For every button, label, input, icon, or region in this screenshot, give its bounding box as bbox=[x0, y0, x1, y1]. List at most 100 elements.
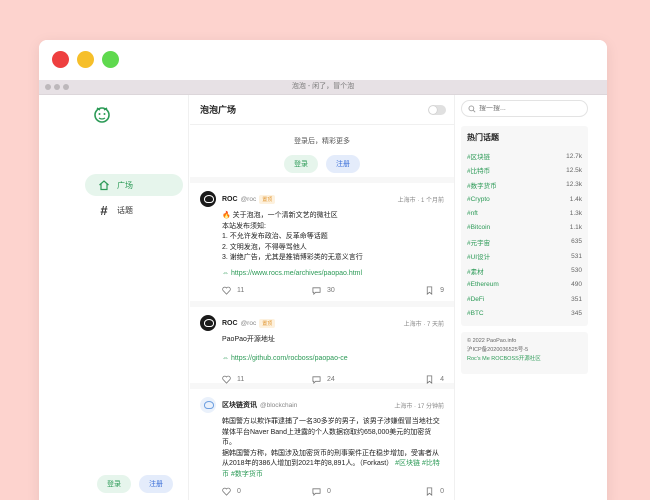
like-action[interactable]: 11 bbox=[222, 286, 312, 295]
trend-item[interactable]: #UI设计 531 bbox=[467, 249, 582, 263]
post-link[interactable]: ⇔ https://www.rocs.me/archives/paopao.ht… bbox=[222, 269, 444, 280]
icp-text[interactable]: 沪ICP备2020036525号-5 bbox=[467, 346, 582, 355]
paopao-logo-icon[interactable] bbox=[91, 103, 113, 125]
trend-name[interactable]: #元宇宙 bbox=[467, 237, 490, 247]
trend-count: 12.3k bbox=[566, 181, 582, 189]
post-content: PaoPao开源地址 ⇔ https://github.com/rocboss/… bbox=[222, 335, 444, 364]
post-line: 2. 文明发泡，不得辱骂他人 bbox=[222, 243, 307, 251]
bookmark-icon bbox=[426, 486, 433, 496]
nav-item-topics[interactable]: # 话题 bbox=[85, 199, 183, 221]
trend-item[interactable]: #nft 1.3k bbox=[467, 206, 582, 220]
maximize-window-button[interactable] bbox=[102, 51, 119, 68]
comment-icon bbox=[312, 375, 321, 384]
sidebar-register-button[interactable]: 注册 bbox=[139, 475, 173, 493]
trend-count: 1.1k bbox=[569, 224, 582, 232]
avatar[interactable] bbox=[200, 315, 216, 331]
post-line: PaoPao开源地址 bbox=[222, 336, 275, 343]
bookmark-count: 9 bbox=[440, 286, 444, 294]
comment-count: 30 bbox=[327, 286, 335, 294]
trend-count: 1.3k bbox=[569, 209, 582, 217]
post-link-text[interactable]: https://www.rocs.me/archives/paopao.html bbox=[231, 270, 362, 277]
trend-name[interactable]: #BTC bbox=[467, 310, 484, 317]
like-action[interactable]: 11 bbox=[222, 375, 312, 384]
post-author[interactable]: ROC bbox=[222, 320, 238, 327]
trend-item[interactable]: #素材 530 bbox=[467, 263, 582, 277]
post-tag[interactable]: #区块链 bbox=[395, 460, 420, 467]
home-icon bbox=[97, 178, 111, 192]
trend-name[interactable]: #区块链 bbox=[467, 151, 490, 161]
post-content: 韩国警方以欺诈罪逮捕了一名30多岁的男子，该男子涉嫌假冒当地社交媒体平台Nave… bbox=[222, 417, 444, 480]
bookmark-icon bbox=[426, 285, 433, 295]
trend-name[interactable]: #Ethereum bbox=[467, 281, 499, 288]
main-feed: 泡泡广场 登录后，精彩更多 登录 注册 ROC @roc 置顶 上海市 · 1 … bbox=[190, 95, 455, 500]
nav-item-square[interactable]: 广场 bbox=[85, 174, 183, 196]
minimize-window-button[interactable] bbox=[77, 51, 94, 68]
bookmark-action[interactable]: 0 bbox=[425, 486, 444, 496]
post-link-text[interactable]: https://github.com/rocboss/paopao-ce bbox=[231, 355, 348, 362]
comment-action[interactable]: 0 bbox=[312, 487, 402, 496]
login-hint: 登录后，精彩更多 bbox=[294, 138, 350, 145]
trend-item[interactable]: #Bitcoin 1.1k bbox=[467, 220, 582, 234]
trend-name[interactable]: #nft bbox=[467, 210, 478, 217]
sidebar-login-button[interactable]: 登录 bbox=[97, 475, 131, 493]
post-tag[interactable]: #数字货币 bbox=[231, 471, 263, 478]
comment-icon bbox=[312, 487, 321, 496]
trend-name[interactable]: #Bitcoin bbox=[467, 224, 490, 231]
like-count: 0 bbox=[237, 487, 241, 495]
sidebar-auth-actions: 登录 注册 bbox=[97, 475, 173, 493]
like-count: 11 bbox=[237, 375, 245, 383]
post-meta: 上海市 · 17 分钟前 bbox=[394, 403, 444, 410]
trend-name[interactable]: #DeFi bbox=[467, 296, 484, 303]
heart-icon bbox=[222, 487, 231, 496]
trend-name[interactable]: #素材 bbox=[467, 266, 484, 276]
trend-item[interactable]: #Crypto 1.4k bbox=[467, 192, 582, 206]
heart-icon bbox=[222, 286, 231, 295]
post-handle: @roc bbox=[240, 195, 257, 203]
nav-item-label: 话题 bbox=[117, 205, 133, 215]
trend-item[interactable]: #比特币 12.5k bbox=[467, 163, 582, 177]
trend-count: 12.5k bbox=[566, 166, 582, 174]
avatar[interactable] bbox=[200, 191, 216, 207]
trend-count: 345 bbox=[571, 309, 582, 317]
left-sidebar: 广场 # 话题 登录 注册 bbox=[39, 95, 189, 500]
search-input[interactable] bbox=[479, 105, 579, 112]
post-author[interactable]: 区块链资讯 bbox=[222, 400, 257, 410]
post-author[interactable]: ROC bbox=[222, 196, 238, 203]
post-item[interactable]: ROC @roc 置顶 上海市 · 1 个月前 🔥 关于泡泡，一个清新文艺的微社… bbox=[190, 183, 454, 307]
like-action[interactable]: 0 bbox=[222, 487, 312, 496]
trend-item[interactable]: #DeFi 351 bbox=[467, 292, 582, 306]
trend-item[interactable]: #数字货币 12.3k bbox=[467, 178, 582, 192]
search-box[interactable] bbox=[461, 100, 588, 117]
post-handle: @blockchain bbox=[260, 401, 298, 409]
comment-action[interactable]: 30 bbox=[312, 286, 402, 295]
bookmark-count: 0 bbox=[440, 487, 444, 495]
trend-name[interactable]: #比特币 bbox=[467, 165, 490, 175]
link-icon: ⇔ bbox=[222, 269, 231, 277]
post-link[interactable]: ⇔ https://github.com/rocboss/paopao-ce bbox=[222, 354, 444, 365]
site-footer: © 2022 PaoPao.info 沪ICP备2020036525号-5 Ro… bbox=[461, 332, 588, 374]
feed-login-button[interactable]: 登录 bbox=[284, 155, 318, 173]
post-item[interactable]: ROC @roc 置顶 上海市 · 7 天前 PaoPao开源地址 ⇔ http… bbox=[190, 307, 454, 389]
trend-name[interactable]: #Crypto bbox=[467, 196, 490, 203]
theme-toggle[interactable] bbox=[428, 104, 446, 115]
bookmark-action[interactable]: 9 bbox=[425, 285, 444, 295]
trend-item[interactable]: #BTC 345 bbox=[467, 306, 582, 320]
comment-icon bbox=[312, 286, 321, 295]
trend-name[interactable]: #数字货币 bbox=[467, 180, 497, 190]
trend-item[interactable]: #元宇宙 635 bbox=[467, 235, 582, 249]
footer-links[interactable]: Roc's Me ROCBOSS开源社区 bbox=[467, 355, 582, 364]
trend-item[interactable]: #Ethereum 490 bbox=[467, 278, 582, 292]
feed-register-button[interactable]: 注册 bbox=[326, 155, 360, 173]
post-item[interactable]: 区块链资讯 @blockchain 上海市 · 17 分钟前 韩国警方以欺诈罪逮… bbox=[190, 389, 454, 500]
avatar[interactable] bbox=[200, 397, 216, 413]
bookmark-action[interactable]: 4 bbox=[425, 374, 444, 384]
search-icon bbox=[468, 105, 476, 113]
post-meta: 上海市 · 1 个月前 bbox=[397, 197, 444, 204]
close-window-button[interactable] bbox=[52, 51, 69, 68]
comment-action[interactable]: 24 bbox=[312, 375, 402, 384]
trend-count: 635 bbox=[571, 238, 582, 246]
trend-name[interactable]: #UI设计 bbox=[467, 251, 490, 261]
trend-item[interactable]: #区块链 12.7k bbox=[467, 149, 582, 163]
window-titlebar bbox=[39, 40, 607, 80]
hash-icon: # bbox=[100, 202, 108, 218]
